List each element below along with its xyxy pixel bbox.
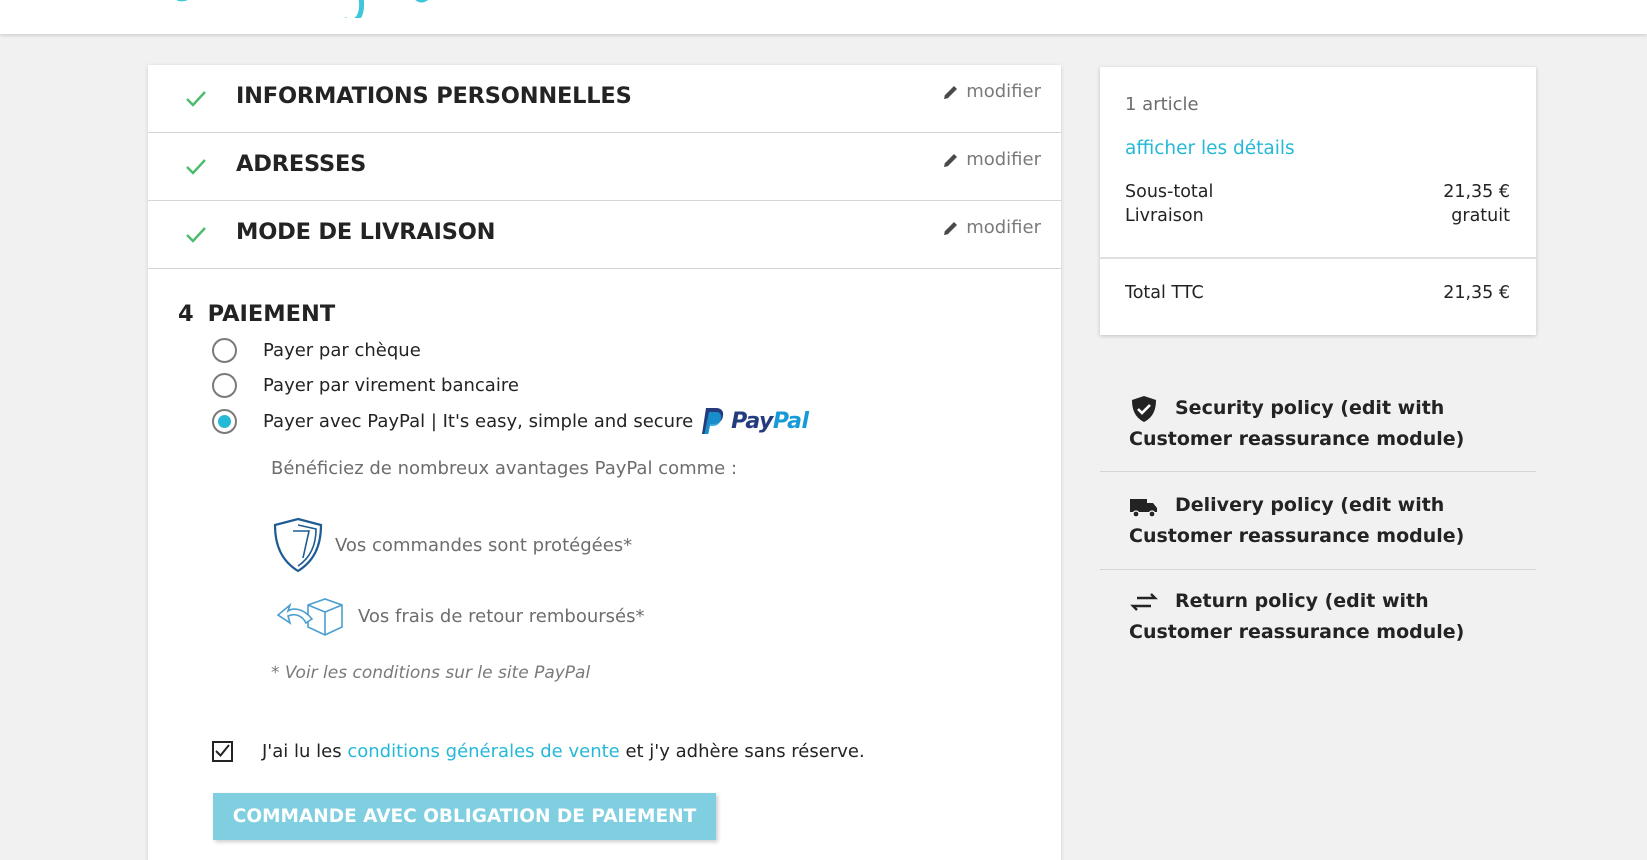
check-icon — [186, 159, 206, 175]
option-label: Payer avec PayPal | It's easy, simple an… — [263, 410, 694, 432]
checkmark-icon — [215, 744, 230, 757]
step-title: MODE DE LIVRAISON — [236, 219, 496, 245]
reassurance-delivery: Delivery policy (edit with Customer reas… — [1100, 490, 1536, 570]
step-addresses[interactable]: ADRESSES modifier — [148, 133, 1061, 201]
edit-label: modifier — [966, 81, 1041, 102]
total-row: Total TTC 21,35 € — [1125, 283, 1510, 303]
paypal-conditions-note: * Voir les conditions sur le site PayPal — [271, 663, 591, 683]
security-policy-text: Security policy (edit with Customer reas… — [1129, 397, 1465, 450]
edit-addresses-button[interactable]: modifier — [943, 149, 1041, 170]
radio-button[interactable] — [212, 373, 237, 398]
delivery-policy-text: Delivery policy (edit with Customer reas… — [1129, 494, 1465, 547]
edit-personal-info-button[interactable]: modifier — [943, 81, 1041, 102]
truck-icon — [1130, 498, 1157, 518]
shipping-label: Livraison — [1125, 206, 1204, 226]
site-header — [0, 0, 1647, 34]
total-value: 21,35 € — [1443, 283, 1510, 303]
subtotal-value: 21,35 € — [1443, 182, 1510, 202]
shipping-row: Livraison gratuit — [1125, 206, 1510, 226]
pencil-icon — [944, 153, 958, 167]
return-policy-text: Return policy (edit with Customer reassu… — [1129, 590, 1465, 643]
step-title: ADRESSES — [236, 151, 367, 177]
shipping-value: gratuit — [1451, 206, 1510, 226]
step-number: 4 — [178, 301, 194, 327]
checkout-steps-card: INFORMATIONS PERSONNELLES modifier ADRES… — [148, 65, 1061, 860]
payment-option-bank-transfer[interactable]: Payer par virement bancaire — [212, 373, 519, 398]
show-details-link[interactable]: afficher les détails — [1125, 138, 1295, 159]
edit-label: modifier — [966, 149, 1041, 170]
benefit-label: Vos commandes sont protégées* — [335, 534, 633, 556]
benefit-refund: Vos frais de retour remboursés* — [276, 595, 645, 637]
shield-check-icon — [1132, 395, 1156, 422]
edit-label: modifier — [966, 217, 1041, 238]
total-label: Total TTC — [1125, 283, 1204, 303]
pencil-icon — [944, 221, 958, 235]
item-count: 1 article — [1125, 94, 1199, 115]
paypal-pal: Pal — [772, 408, 809, 434]
terms-checkbox[interactable] — [212, 741, 233, 762]
benefit-label: Vos frais de retour remboursés* — [358, 605, 645, 627]
paypal-pay: Pay — [731, 408, 773, 434]
radio-button[interactable] — [212, 408, 237, 434]
reassurance-security: Security policy (edit with Customer reas… — [1100, 393, 1536, 472]
return-package-icon — [276, 598, 343, 636]
radio-button[interactable] — [212, 338, 237, 363]
cart-summary: 1 article afficher les détails Sous-tota… — [1100, 67, 1536, 335]
place-order-button[interactable]: COMMANDE AVEC OBLIGATION DE PAIEMENT — [213, 793, 716, 840]
step-personal-info[interactable]: INFORMATIONS PERSONNELLES modifier — [148, 65, 1061, 133]
terms-prefix: J'ai lu les — [262, 741, 348, 762]
payment-option-paypal[interactable]: Payer avec PayPal | It's easy, simple an… — [212, 407, 809, 435]
terms-label: J'ai lu les conditions générales de vent… — [262, 741, 865, 762]
divider — [1100, 257, 1536, 259]
paypal-benefits-intro: Bénéficiez de nombreux avantages PayPal … — [271, 458, 738, 479]
subtotal-row: Sous-total 21,35 € — [1125, 182, 1510, 202]
logo[interactable] — [160, 0, 540, 18]
paypal-wordmark: PayPal — [731, 408, 809, 434]
reassurance-return: Return policy (edit with Customer reassu… — [1100, 586, 1536, 666]
step-title: PAIEMENT — [207, 301, 336, 327]
paypal-logo: PayPal — [699, 407, 809, 435]
paypal-icon — [702, 408, 724, 434]
step-title: INFORMATIONS PERSONNELLES — [236, 83, 632, 109]
terms-agreement[interactable]: J'ai lu les conditions générales de vent… — [212, 741, 865, 762]
step-delivery[interactable]: MODE DE LIVRAISON modifier — [148, 201, 1061, 269]
check-icon — [186, 227, 206, 243]
option-label: Payer par chèque — [263, 340, 421, 361]
check-icon — [186, 91, 206, 107]
option-label: Payer par virement bancaire — [263, 375, 519, 396]
payment-step-title: 4 PAIEMENT — [178, 301, 335, 327]
subtotal-label: Sous-total — [1125, 182, 1214, 202]
terms-link[interactable]: conditions générales de vente — [347, 741, 619, 762]
edit-delivery-button[interactable]: modifier — [943, 217, 1041, 238]
benefit-protected: Vos commandes sont protégées* — [269, 516, 632, 574]
shield-icon — [273, 517, 323, 573]
swap-arrows-icon — [1130, 592, 1158, 611]
terms-suffix: et j'y adhère sans réserve. — [619, 741, 865, 762]
payment-option-cheque[interactable]: Payer par chèque — [212, 338, 421, 363]
pencil-icon — [944, 85, 958, 99]
